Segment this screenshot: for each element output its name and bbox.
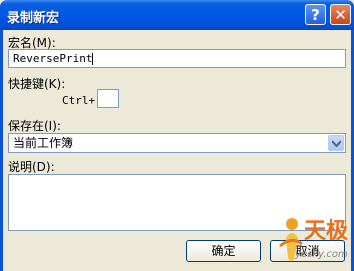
dialog-title: 录制新宏 xyxy=(7,11,60,26)
chevron-down-icon xyxy=(332,140,341,147)
watermark-url: yesky.com xyxy=(295,249,348,260)
window-frame-left xyxy=(0,30,3,271)
macro-name-input[interactable]: ReversePrint xyxy=(8,49,346,68)
ctrl-prefix-label: Ctrl+ xyxy=(62,94,96,107)
ok-button[interactable]: 确定 xyxy=(186,240,261,262)
store-in-label: 保存在(I): xyxy=(8,119,61,133)
dropdown-button[interactable] xyxy=(328,135,344,151)
shortcut-label: 快捷键(K): xyxy=(8,77,66,91)
description-label: 说明(D): xyxy=(8,160,55,174)
macro-name-value: ReversePrint xyxy=(13,52,93,65)
help-button[interactable]: ? xyxy=(305,4,326,25)
watermark-brand: 天极 xyxy=(304,219,349,244)
close-button[interactable]: ✕ xyxy=(330,4,351,25)
store-in-value: 当前工作簿 xyxy=(13,136,74,150)
title-bar[interactable]: 录制新宏 ? ✕ xyxy=(0,0,354,30)
shortcut-key-input[interactable] xyxy=(97,89,119,108)
store-in-select[interactable]: 当前工作簿 xyxy=(8,133,346,153)
text-caret xyxy=(92,53,94,65)
